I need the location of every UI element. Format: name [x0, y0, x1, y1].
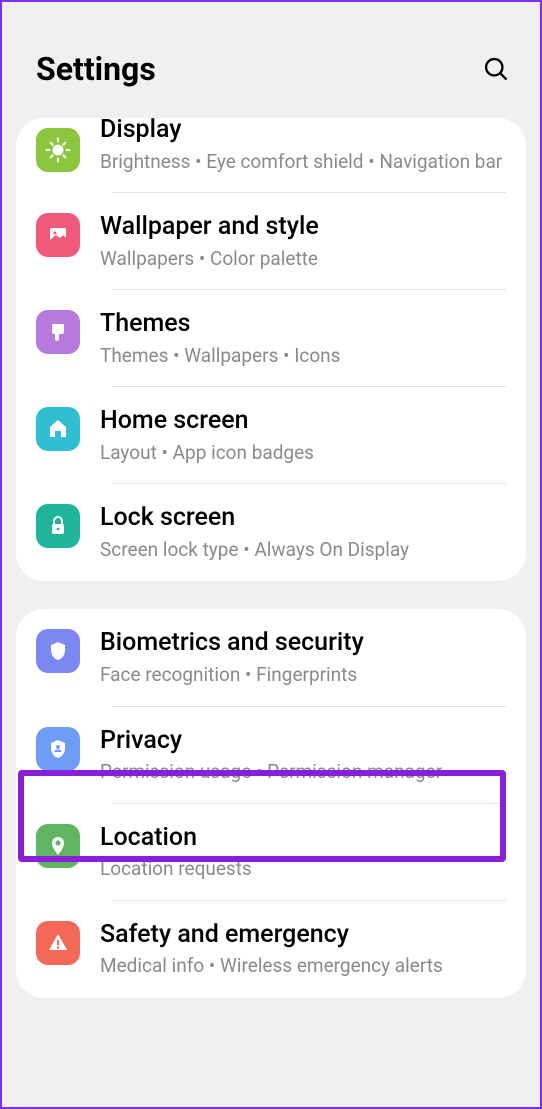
- sun-icon: [36, 128, 80, 172]
- settings-item-safety[interactable]: Safety and emergency Medical info • Wire…: [16, 901, 526, 998]
- shield-icon: [36, 629, 80, 673]
- search-icon: [482, 55, 510, 83]
- item-title: Themes: [100, 308, 506, 341]
- item-title: Safety and emergency: [100, 919, 506, 952]
- brush-icon: [36, 310, 80, 354]
- item-text: Safety and emergency Medical info • Wire…: [100, 919, 506, 980]
- item-text: Home screen Layout • App icon badges: [100, 405, 506, 466]
- settings-item-lockscreen[interactable]: Lock screen Screen lock type • Always On…: [16, 484, 526, 581]
- item-subtitle: Medical info • Wireless emergency alerts: [100, 953, 506, 980]
- settings-item-display[interactable]: Display Brightness • Eye comfort shield …: [16, 118, 526, 193]
- item-text: Wallpaper and style Wallpapers • Color p…: [100, 211, 506, 272]
- item-subtitle: Screen lock type • Always On Display: [100, 537, 506, 564]
- item-text: Location Location requests: [100, 822, 506, 883]
- item-subtitle: Wallpapers • Color palette: [100, 246, 506, 273]
- pin-icon: [36, 824, 80, 868]
- settings-section-2: Biometrics and security Face recognition…: [16, 609, 526, 997]
- item-title: Location: [100, 822, 506, 855]
- page-title: Settings: [36, 50, 156, 88]
- settings-item-location[interactable]: Location Location requests: [16, 804, 526, 901]
- item-title: Wallpaper and style: [100, 211, 506, 244]
- item-title: Privacy: [100, 725, 506, 758]
- home-icon: [36, 407, 80, 451]
- settings-item-themes[interactable]: Themes Themes • Wallpapers • Icons: [16, 290, 526, 387]
- item-text: Biometrics and security Face recognition…: [100, 627, 506, 688]
- lock-icon: [36, 504, 80, 548]
- alert-icon: [36, 921, 80, 965]
- shield-person-icon: [36, 727, 80, 771]
- settings-item-privacy[interactable]: Privacy Permission usage • Permission ma…: [16, 707, 526, 804]
- item-text: Lock screen Screen lock type • Always On…: [100, 502, 506, 563]
- item-text: Display Brightness • Eye comfort shield …: [100, 126, 506, 175]
- item-text: Privacy Permission usage • Permission ma…: [100, 725, 506, 786]
- search-button[interactable]: [482, 55, 510, 83]
- item-title: Biometrics and security: [100, 627, 506, 660]
- item-subtitle: Brightness • Eye comfort shield • Naviga…: [100, 149, 506, 176]
- item-subtitle: Themes • Wallpapers • Icons: [100, 343, 506, 370]
- item-subtitle: Permission usage • Permission manager: [100, 759, 506, 786]
- item-text: Themes Themes • Wallpapers • Icons: [100, 308, 506, 369]
- settings-item-wallpaper[interactable]: Wallpaper and style Wallpapers • Color p…: [16, 193, 526, 290]
- item-subtitle: Layout • App icon badges: [100, 440, 506, 467]
- item-title: Home screen: [100, 405, 506, 438]
- item-subtitle: Face recognition • Fingerprints: [100, 662, 506, 689]
- settings-item-homescreen[interactable]: Home screen Layout • App icon badges: [16, 387, 526, 484]
- settings-item-biometrics[interactable]: Biometrics and security Face recognition…: [16, 609, 526, 706]
- settings-header: Settings: [2, 2, 540, 118]
- item-subtitle: Location requests: [100, 856, 506, 883]
- item-title: Lock screen: [100, 502, 506, 535]
- picture-icon: [36, 213, 80, 257]
- item-title: Display: [100, 118, 506, 147]
- settings-section-1: Display Brightness • Eye comfort shield …: [16, 118, 526, 581]
